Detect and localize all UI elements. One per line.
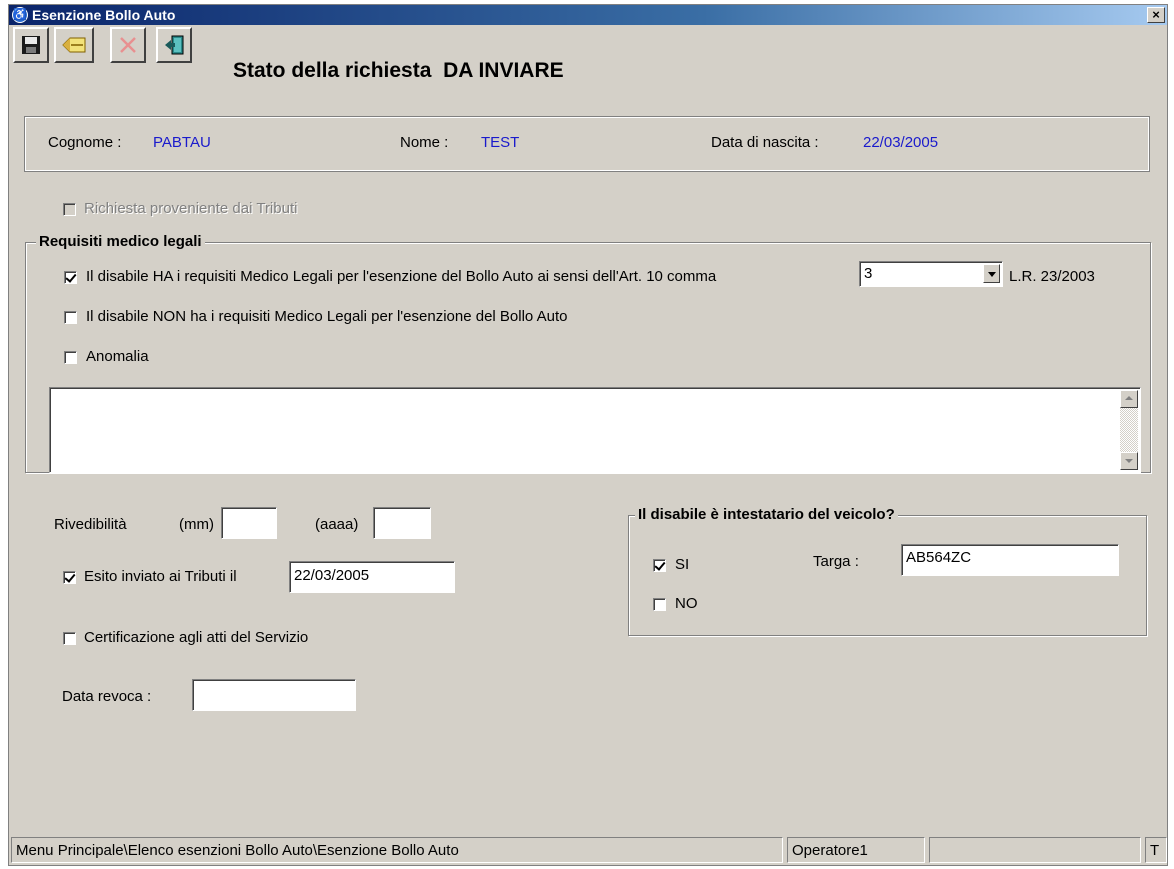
requisiti-group: Requisiti medico legali Il disabile HA i… (25, 233, 1151, 473)
surname-value: PABTAU (153, 134, 211, 151)
floppy-disk-icon (22, 36, 40, 54)
wheelchair-icon: ♿ (12, 7, 28, 23)
request-status: Stato della richiesta DA INVIARE (233, 59, 564, 83)
certificazione-checkbox[interactable] (63, 632, 76, 645)
pencil-icon (62, 37, 86, 53)
comma-select[interactable]: 3 (859, 261, 1003, 287)
esito-date-input[interactable]: 22/03/2005 (289, 561, 455, 593)
tributi-request-checkbox[interactable] (63, 203, 76, 216)
esito-date-value: 22/03/2005 (294, 567, 370, 584)
no-checkbox[interactable] (653, 598, 666, 611)
intestatario-group: Il disabile è intestatario del veicolo? … (628, 506, 1147, 636)
title-bar[interactable]: ♿ Esenzione Bollo Auto × (9, 5, 1167, 25)
requisiti-group-title: Requisiti medico legali (36, 233, 205, 250)
tributi-request-label: Richiesta proveniente dai Tributi (84, 200, 298, 217)
esito-checkbox[interactable] (63, 571, 76, 584)
edit-button[interactable] (54, 27, 94, 63)
has-requirements-label: Il disabile HA i requisiti Medico Legali… (86, 268, 717, 285)
certificazione-label: Certificazione agli atti del Servizio (84, 629, 309, 646)
request-status-label: Stato della richiesta (233, 59, 432, 82)
rivedibilita-label: Rivedibilità (54, 516, 127, 533)
birth-date-label: Data di nascita : (711, 134, 819, 151)
scroll-down-icon[interactable] (1120, 452, 1138, 470)
status-bar: Menu Principale\Elenco esenzioni Bollo A… (9, 833, 1167, 865)
rivedibilita-year-input[interactable] (373, 507, 431, 539)
name-label: Nome : (400, 134, 449, 151)
rivedibilita-year-label: (aaaa) (315, 516, 359, 533)
no-label: NO (675, 595, 698, 612)
delete-button[interactable] (110, 27, 146, 63)
notes-scrollbar[interactable] (1120, 390, 1138, 470)
window-title: Esenzione Bollo Auto (32, 7, 176, 23)
exit-door-icon (165, 35, 184, 55)
name-value: TEST (481, 134, 520, 151)
revoca-label: Data revoca : (62, 688, 152, 705)
law-label: L.R. 23/2003 (1009, 268, 1095, 285)
yes-label: SI (675, 556, 690, 573)
statusbar-operator: Operatore1 (787, 837, 925, 863)
no-requirements-label: Il disabile NON ha i requisiti Medico Le… (86, 308, 568, 325)
plate-value: AB564ZC (906, 549, 972, 566)
plate-label: Targa : (813, 553, 859, 570)
has-requirements-checkbox[interactable] (64, 271, 77, 284)
statusbar-extra (929, 837, 1141, 863)
exit-button[interactable] (156, 27, 192, 63)
esito-label: Esito inviato ai Tributi il (84, 568, 237, 585)
red-x-icon (120, 37, 136, 53)
statusbar-path: Menu Principale\Elenco esenzioni Bollo A… (11, 837, 783, 863)
scroll-up-icon[interactable] (1120, 390, 1138, 408)
chevron-down-icon[interactable] (983, 264, 1000, 283)
anomaly-notes-textarea[interactable] (49, 387, 1141, 473)
intestatario-group-title: Il disabile è intestatario del veicolo? (635, 506, 898, 523)
statusbar-mode: T (1145, 837, 1167, 863)
comma-select-value: 3 (864, 265, 873, 282)
rivedibilita-month-input[interactable] (221, 507, 277, 539)
close-button[interactable]: × (1147, 7, 1165, 23)
plate-input[interactable]: AB564ZC (901, 544, 1119, 576)
yes-checkbox[interactable] (653, 559, 666, 572)
main-window: ♿ Esenzione Bollo Auto × Stato della ric… (8, 4, 1168, 866)
no-requirements-checkbox[interactable] (64, 311, 77, 324)
surname-label: Cognome : (48, 134, 122, 151)
anomaly-checkbox[interactable] (64, 351, 77, 364)
anomaly-label: Anomalia (86, 348, 149, 365)
save-button[interactable] (13, 27, 49, 63)
request-status-value: DA INVIARE (443, 59, 564, 82)
rivedibilita-month-label: (mm) (179, 516, 214, 533)
birth-date-value: 22/03/2005 (863, 134, 939, 151)
revoca-date-input[interactable] (192, 679, 356, 711)
person-info-panel: Cognome : PABTAU Nome : TEST Data di nas… (24, 116, 1150, 172)
